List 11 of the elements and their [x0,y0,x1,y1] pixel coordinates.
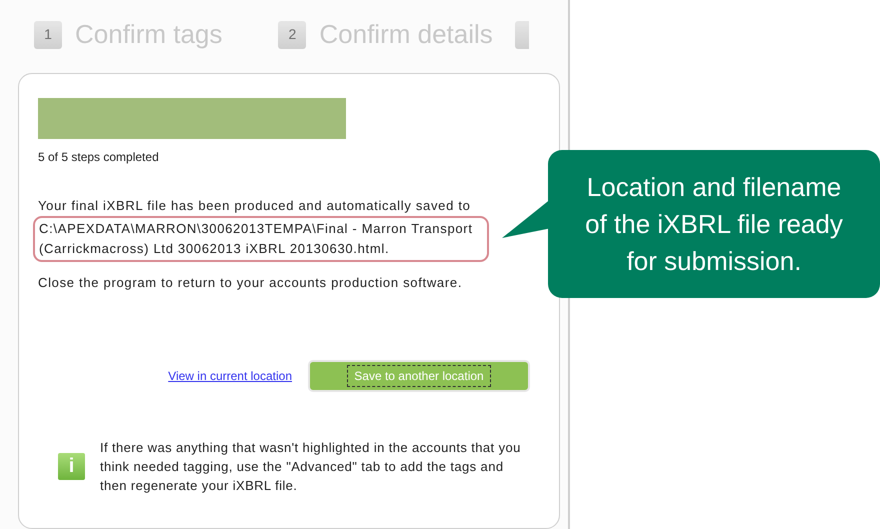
info-icon: i [58,452,85,480]
view-location-link[interactable]: View in current location [168,366,292,385]
instruction-text: Close the program to return to your accounts production software. [38,274,464,292]
message-text: Your final iXBRL file has been produced and automatically saved to [38,196,472,215]
callout-text: Location and filename of the iXBRL file ready for submission. [584,170,844,278]
step-badge-icon [514,20,529,49]
progress-caption: 5 of 5 steps completed [38,148,160,166]
step-number-badge: 1 [34,20,62,49]
step-number-badge: 2 [278,20,306,49]
file-path-text: C:\APEXDATA\MARRON\30062013TEMPA\Final - Marron Transport (Carrickmacross) Ltd 30062013 iXBRL 20130630.html. [39,220,474,258]
info-text: If there was anything that wasn't highlighted in the accounts that you think needed tagging, use the "Advanced" tab to add the tags and then regenerate your iXBRL file. [100,438,522,495]
